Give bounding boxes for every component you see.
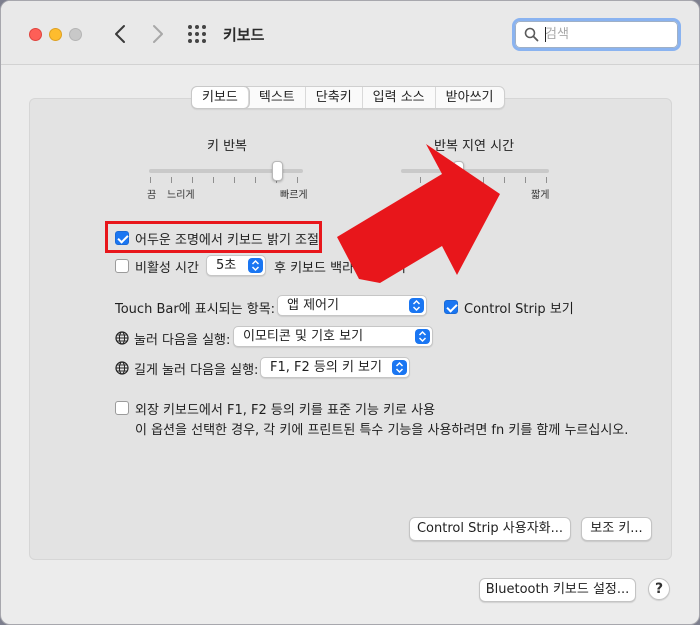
close-button[interactable] bbox=[29, 28, 42, 41]
standard-function-keys-description: 이 옵션을 선택한 경우, 각 키에 프린트된 특수 기능을 사용하려면 fn … bbox=[135, 423, 629, 438]
backlight-off-time-popup[interactable]: 5초 bbox=[206, 255, 266, 276]
text-cursor bbox=[545, 27, 546, 42]
search-icon bbox=[524, 27, 539, 42]
annotation-highlight-box bbox=[105, 221, 322, 253]
title-bar: 키보드 bbox=[1, 1, 699, 65]
popup-chevron-icon bbox=[392, 360, 407, 375]
backlight-off-label: 비활성 시간 bbox=[135, 261, 199, 276]
preferences-window: 키보드 키보드 텍스트 단축키 입력 소스 받아쓰기 키 반복 끔 느리 bbox=[0, 0, 700, 625]
key-repeat-slow-label: 느리게 bbox=[167, 190, 195, 201]
backlight-off-time-value: 5초 bbox=[216, 258, 237, 273]
touch-bar-label: Touch Bar에 표시되는 항목: bbox=[115, 302, 276, 317]
tab-dictation[interactable]: 받아쓰기 bbox=[436, 87, 504, 108]
tab-text[interactable]: 텍스트 bbox=[249, 87, 306, 108]
zoom-button[interactable] bbox=[69, 28, 82, 41]
repeat-delay-short-label: 짧게 bbox=[531, 190, 550, 201]
key-repeat-off-label: 끔 bbox=[147, 190, 157, 201]
key-repeat-fast-label: 빠르게 bbox=[280, 190, 308, 201]
forward-chevron-icon bbox=[153, 25, 163, 43]
globe-icon bbox=[115, 331, 129, 345]
search-input[interactable] bbox=[545, 25, 670, 44]
control-strip-checkbox[interactable] bbox=[444, 300, 458, 314]
customize-control-strip-button[interactable]: Control Strip 사용자화... bbox=[409, 517, 571, 541]
control-strip-label: Control Strip 보기 bbox=[464, 302, 574, 317]
bluetooth-keyboard-setup-button[interactable]: Bluetooth 키보드 설정... bbox=[479, 578, 636, 602]
backlight-off-checkbox[interactable] bbox=[115, 259, 129, 273]
hold-action-label: 길게 눌러 다음을 실행: bbox=[134, 363, 259, 378]
back-button[interactable] bbox=[109, 21, 133, 47]
minimize-button[interactable] bbox=[49, 28, 62, 41]
search-field[interactable] bbox=[512, 18, 681, 51]
touch-bar-value: 앱 제어기 bbox=[287, 298, 339, 313]
hold-action-value: F1, F2 등의 키 보기 bbox=[270, 360, 382, 375]
show-all-button[interactable] bbox=[187, 24, 209, 44]
standard-function-keys-label: 외장 키보드에서 F1, F2 등의 키를 표준 기능 키로 사용 bbox=[135, 403, 436, 418]
key-repeat-title: 키 반복 bbox=[207, 139, 248, 154]
popup-chevron-icon bbox=[409, 298, 424, 313]
window-title: 키보드 bbox=[223, 26, 265, 44]
tab-input-sources[interactable]: 입력 소스 bbox=[363, 87, 436, 108]
tab-shortcuts[interactable]: 단축키 bbox=[306, 87, 363, 108]
back-chevron-icon bbox=[115, 25, 125, 43]
tab-keyboard[interactable]: 키보드 bbox=[192, 87, 249, 108]
popup-chevron-icon bbox=[248, 258, 263, 273]
modifier-keys-button[interactable]: 보조 키... bbox=[581, 517, 652, 541]
backlight-off-suffix: 후 키보드 백라이트 끄기 bbox=[274, 261, 406, 276]
repeat-delay-title: 반복 지연 시간 bbox=[434, 139, 515, 154]
globe-icon bbox=[115, 361, 129, 375]
press-action-value: 이모티콘 및 기호 보기 bbox=[243, 329, 364, 344]
help-button[interactable]: ? bbox=[648, 578, 670, 600]
hold-action-popup[interactable]: F1, F2 등의 키 보기 bbox=[260, 357, 410, 378]
touch-bar-popup[interactable]: 앱 제어기 bbox=[277, 295, 427, 316]
press-action-label: 눌러 다음을 실행: bbox=[134, 333, 231, 348]
repeat-delay-knob[interactable] bbox=[453, 161, 464, 181]
forward-button[interactable] bbox=[145, 21, 169, 47]
standard-function-keys-checkbox[interactable] bbox=[115, 401, 129, 415]
press-action-popup[interactable]: 이모티콘 및 기호 보기 bbox=[233, 326, 433, 347]
popup-chevron-icon bbox=[415, 329, 430, 344]
key-repeat-knob[interactable] bbox=[272, 161, 283, 181]
tab-bar: 키보드 텍스트 단축키 입력 소스 받아쓰기 bbox=[191, 86, 505, 109]
